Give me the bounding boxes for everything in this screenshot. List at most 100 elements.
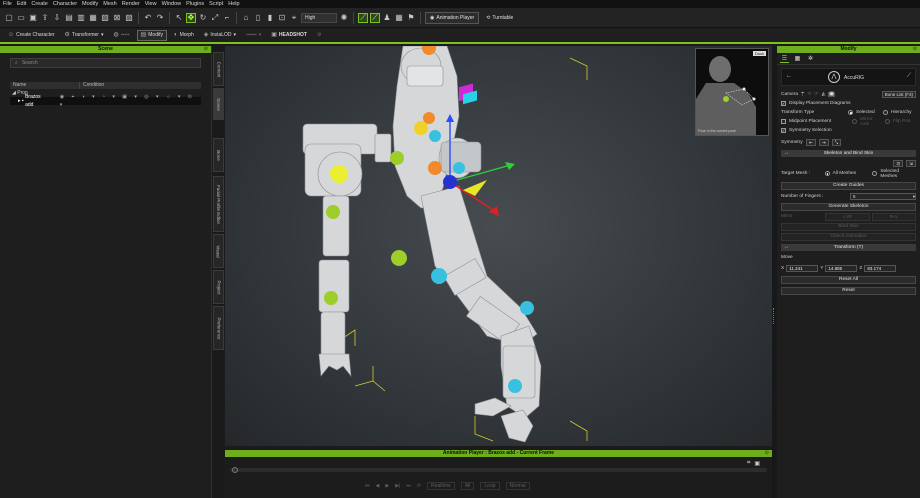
save-icon[interactable]: ▣ <box>28 13 38 23</box>
light-icon[interactable]: ✺ <box>339 13 349 23</box>
tree-row-brazos-add[interactable]: ▸ ▪ Brazos add ◉ ⌖ ◑ ▾ ◔ ▾ ▣ ▾ ◎ ▾ ☼ ▾ ⊙ … <box>10 94 201 108</box>
create-guides-button[interactable]: Create Guides <box>781 182 916 190</box>
bone-list-button[interactable]: Bone List (F3) <box>881 91 916 98</box>
selected-meshes-radio[interactable] <box>872 171 878 176</box>
scene-icon[interactable]: ▧ <box>100 13 110 23</box>
number-of-fingers-select[interactable]: 5 ▾ <box>850 193 916 200</box>
robot-arm-model[interactable] <box>302 46 542 443</box>
undo-icon[interactable]: ↶ <box>143 13 153 23</box>
skeleton-save-icon[interactable]: ⊡ <box>893 159 904 167</box>
grid-icon[interactable]: ▦ <box>394 13 404 23</box>
condition-icons[interactable]: ◉ ⌖ ◑ ▾ ◔ ▾ ▣ ▾ ◎ ▾ ☼ ▾ ⊙ ▾ <box>60 93 201 109</box>
prev-frame-icon[interactable]: ◀ <box>376 483 380 489</box>
dock-button[interactable]: Dock <box>752 51 766 56</box>
camera-switch-icon[interactable]: ⌗ <box>747 460 750 467</box>
home-icon[interactable]: ⌂ <box>241 13 251 23</box>
play-icon[interactable]: ▶ <box>385 483 389 489</box>
snap-icon[interactable]: ⌐ <box>222 13 232 23</box>
new-file-icon[interactable]: ▢ <box>4 13 14 23</box>
frame-icon[interactable]: ▯ <box>253 13 263 23</box>
camera-frame-icon[interactable]: ▣ <box>828 92 835 97</box>
camera-view-icon[interactable]: ⌖ <box>289 13 299 23</box>
tab-content[interactable]: Content <box>213 52 224 86</box>
midpoint-checkbox[interactable] <box>781 119 786 124</box>
symmetry-selection-row[interactable]: ✓ Symmetry Selection <box>781 126 916 135</box>
animation-player-button[interactable]: ◉ Animation Player <box>425 11 480 24</box>
menu-edit[interactable]: Edit <box>17 0 26 8</box>
tab-preference[interactable]: Preference <box>213 306 224 350</box>
move-x-input[interactable]: 11.241 <box>786 265 819 272</box>
headshot-button[interactable]: ▣ HEADSHOT <box>268 30 310 41</box>
camera-hand-right-icon[interactable]: ☞ <box>814 92 818 97</box>
symmetry-right-icon[interactable]: ⇥ <box>818 139 829 146</box>
column-name[interactable]: Name <box>10 82 80 89</box>
selected-radio[interactable] <box>848 110 853 115</box>
motion-tab-icon[interactable]: ✲ <box>806 54 815 63</box>
menu-modify[interactable]: Modify <box>82 0 98 8</box>
menu-character[interactable]: Character <box>53 0 77 8</box>
collapse-arrow-icon[interactable]: ◢ <box>10 89 16 97</box>
redo-icon[interactable]: ↷ <box>155 13 165 23</box>
library-icon[interactable]: ▨ <box>124 13 134 23</box>
frame-all-icon[interactable]: ▮ <box>265 13 275 23</box>
generate-skeleton-button[interactable]: Generate Skeleton <box>781 203 916 211</box>
mode-dropdown[interactable]: Normal <box>505 482 530 490</box>
speed-dropdown[interactable]: All <box>460 482 475 490</box>
skeleton-section-header[interactable]: ↔ Skeleton and Bind Skin <box>781 150 916 157</box>
frame-field[interactable]: Loop <box>480 482 500 490</box>
accurig-settings-icon[interactable]: ⟋ <box>907 73 911 80</box>
menu-render[interactable]: Render <box>122 0 140 8</box>
move-icon[interactable]: ✥ <box>186 12 196 23</box>
new-project-icon[interactable]: ▤ <box>64 13 74 23</box>
menu-mesh[interactable]: Mesh <box>103 0 116 8</box>
close-icon[interactable]: ⊙ <box>204 46 208 53</box>
tab-bone[interactable]: Bone <box>213 138 224 172</box>
ik-display-icon[interactable]: ⟋ <box>370 12 380 23</box>
timeline-handle[interactable] <box>232 467 238 473</box>
menu-view[interactable]: View <box>145 0 157 8</box>
back-arrow-icon[interactable]: ← <box>786 73 792 79</box>
expand-arrow-icon[interactable]: ▸ <box>10 97 21 105</box>
reset-button[interactable]: Reset <box>781 287 916 295</box>
modify-button[interactable]: ▤ Modify <box>136 29 167 41</box>
menu-create[interactable]: Create <box>31 0 48 8</box>
flag-icon[interactable]: ⚑ <box>406 13 416 23</box>
splitter-grip[interactable] <box>773 308 776 324</box>
tab-project[interactable]: Project <box>213 270 224 304</box>
last-frame-icon[interactable]: ⏭ <box>406 483 411 489</box>
camera-foot-icon[interactable]: ◭ <box>822 92 826 97</box>
loop-icon[interactable]: ⟳ <box>417 483 421 489</box>
rotate-icon[interactable]: ↻ <box>198 13 208 23</box>
close-icon[interactable]: ⊙ <box>765 450 769 457</box>
skeleton-load-icon[interactable]: ⇲ <box>906 159 916 167</box>
move-y-input[interactable]: 14.885 <box>825 265 858 272</box>
hierarchy-radio[interactable] <box>883 110 888 115</box>
open-icon[interactable]: ▭ <box>16 13 26 23</box>
create-character-button[interactable]: ☺ Create Character <box>5 30 58 41</box>
symmetry-selection-checkbox[interactable]: ✓ <box>781 128 786 133</box>
pose-preview-inset[interactable]: Dock Pose in the current pose <box>695 48 769 136</box>
symmetry-reset-icon[interactable]: ⤡ <box>831 139 842 146</box>
display-placement-checkbox[interactable]: ✓ <box>781 101 786 106</box>
skeleton-icon[interactable]: ♟ <box>382 13 392 23</box>
display-placement-row[interactable]: ✓ Display Placement Diagrams <box>781 99 916 108</box>
scene-search-input[interactable]: ⌕ Search <box>10 58 201 68</box>
bone-display-icon[interactable]: ⟋ <box>358 12 368 23</box>
symmetry-left-icon[interactable]: ⇤ <box>806 139 816 146</box>
first-frame-icon[interactable]: ⏮ <box>365 483 370 489</box>
transformer-button[interactable]: ⚙ Transformer ▾ <box>62 30 107 41</box>
camera-hand-left-icon[interactable]: ☜ <box>807 92 811 97</box>
timeline-slider[interactable] <box>230 467 767 473</box>
next-frame-icon[interactable]: ▶| <box>395 483 400 489</box>
clip-icon[interactable]: ▦ <box>88 13 98 23</box>
close-icon[interactable]: ⊙ <box>913 46 917 53</box>
quality-dropdown[interactable]: High <box>301 12 337 23</box>
move-z-input[interactable]: 83.174 <box>864 265 897 272</box>
menu-window[interactable]: Window <box>162 0 182 8</box>
project-icon[interactable]: ▥ <box>76 13 86 23</box>
turntable-button[interactable]: ⟲ Turntable <box>481 12 518 24</box>
scale-icon[interactable]: ⤢ <box>210 13 220 23</box>
column-condition[interactable]: Condition <box>80 82 104 89</box>
export-icon[interactable]: ⇩ <box>52 13 62 23</box>
attribute-tab-icon[interactable]: ☰ <box>780 54 789 63</box>
